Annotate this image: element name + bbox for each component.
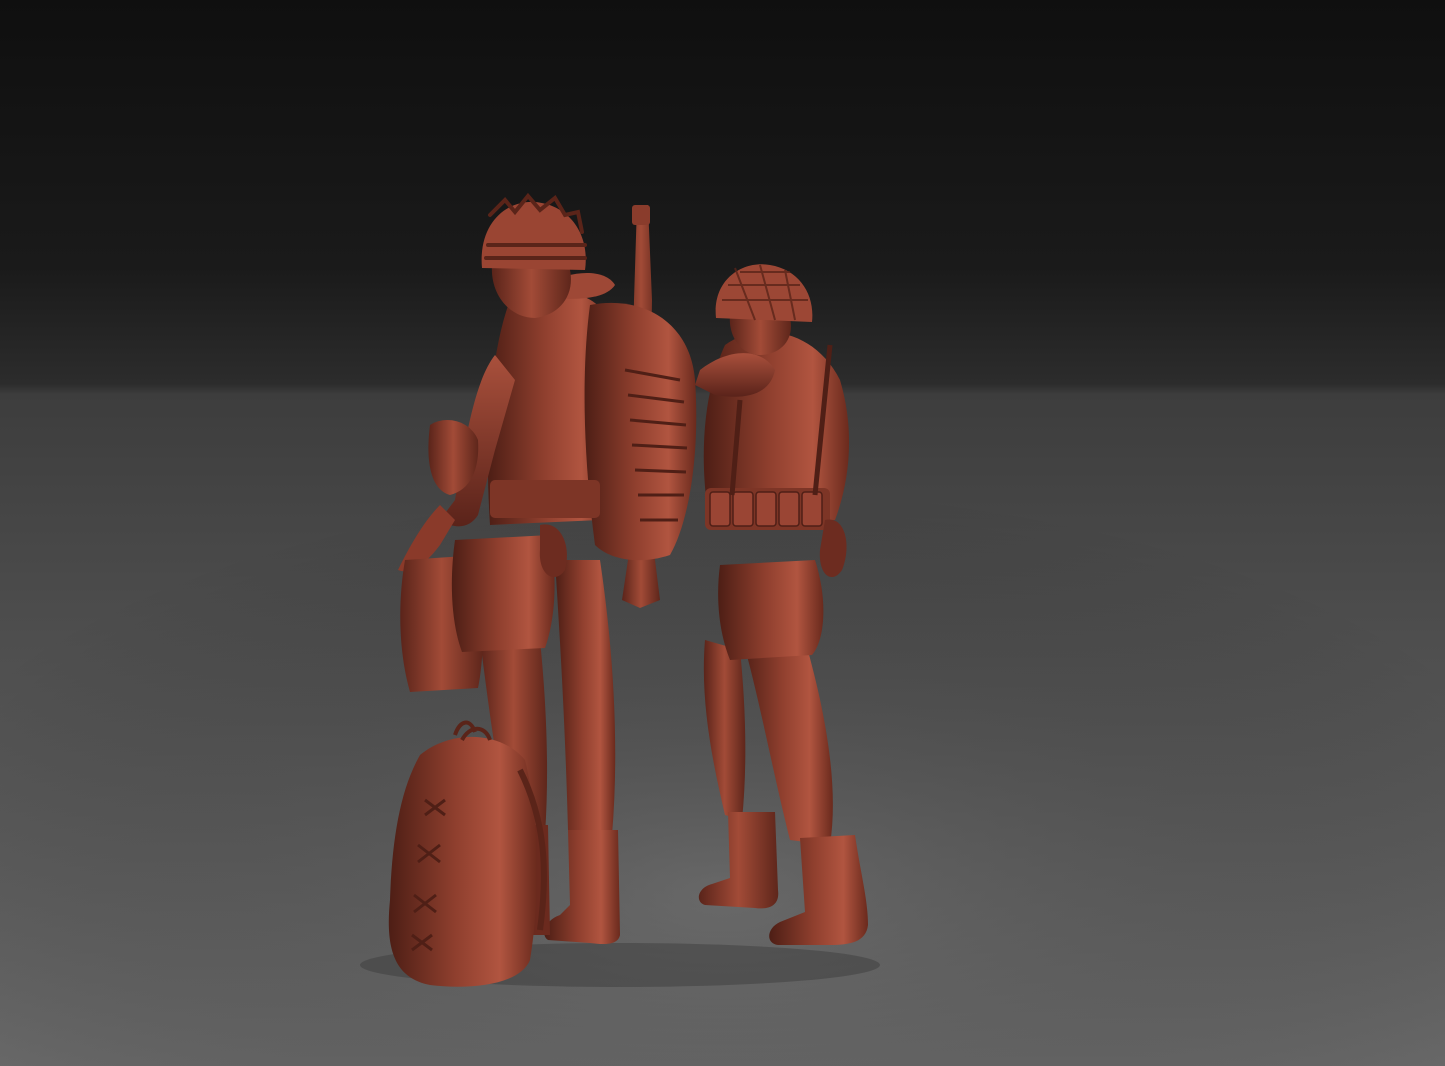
- soldier-left-thigh-pouch: [451, 535, 555, 652]
- render-canvas: [0, 0, 1445, 1066]
- soldier-left-backpack: [584, 302, 697, 561]
- soldier-left-belt: [490, 480, 600, 518]
- duffel-bag-body: [388, 736, 537, 987]
- render-scene: [0, 0, 1445, 1066]
- rifle-muzzle: [632, 205, 650, 225]
- soldier-right-thigh-pouch: [718, 560, 824, 660]
- soldier-right-ammo-pouches: [709, 491, 823, 527]
